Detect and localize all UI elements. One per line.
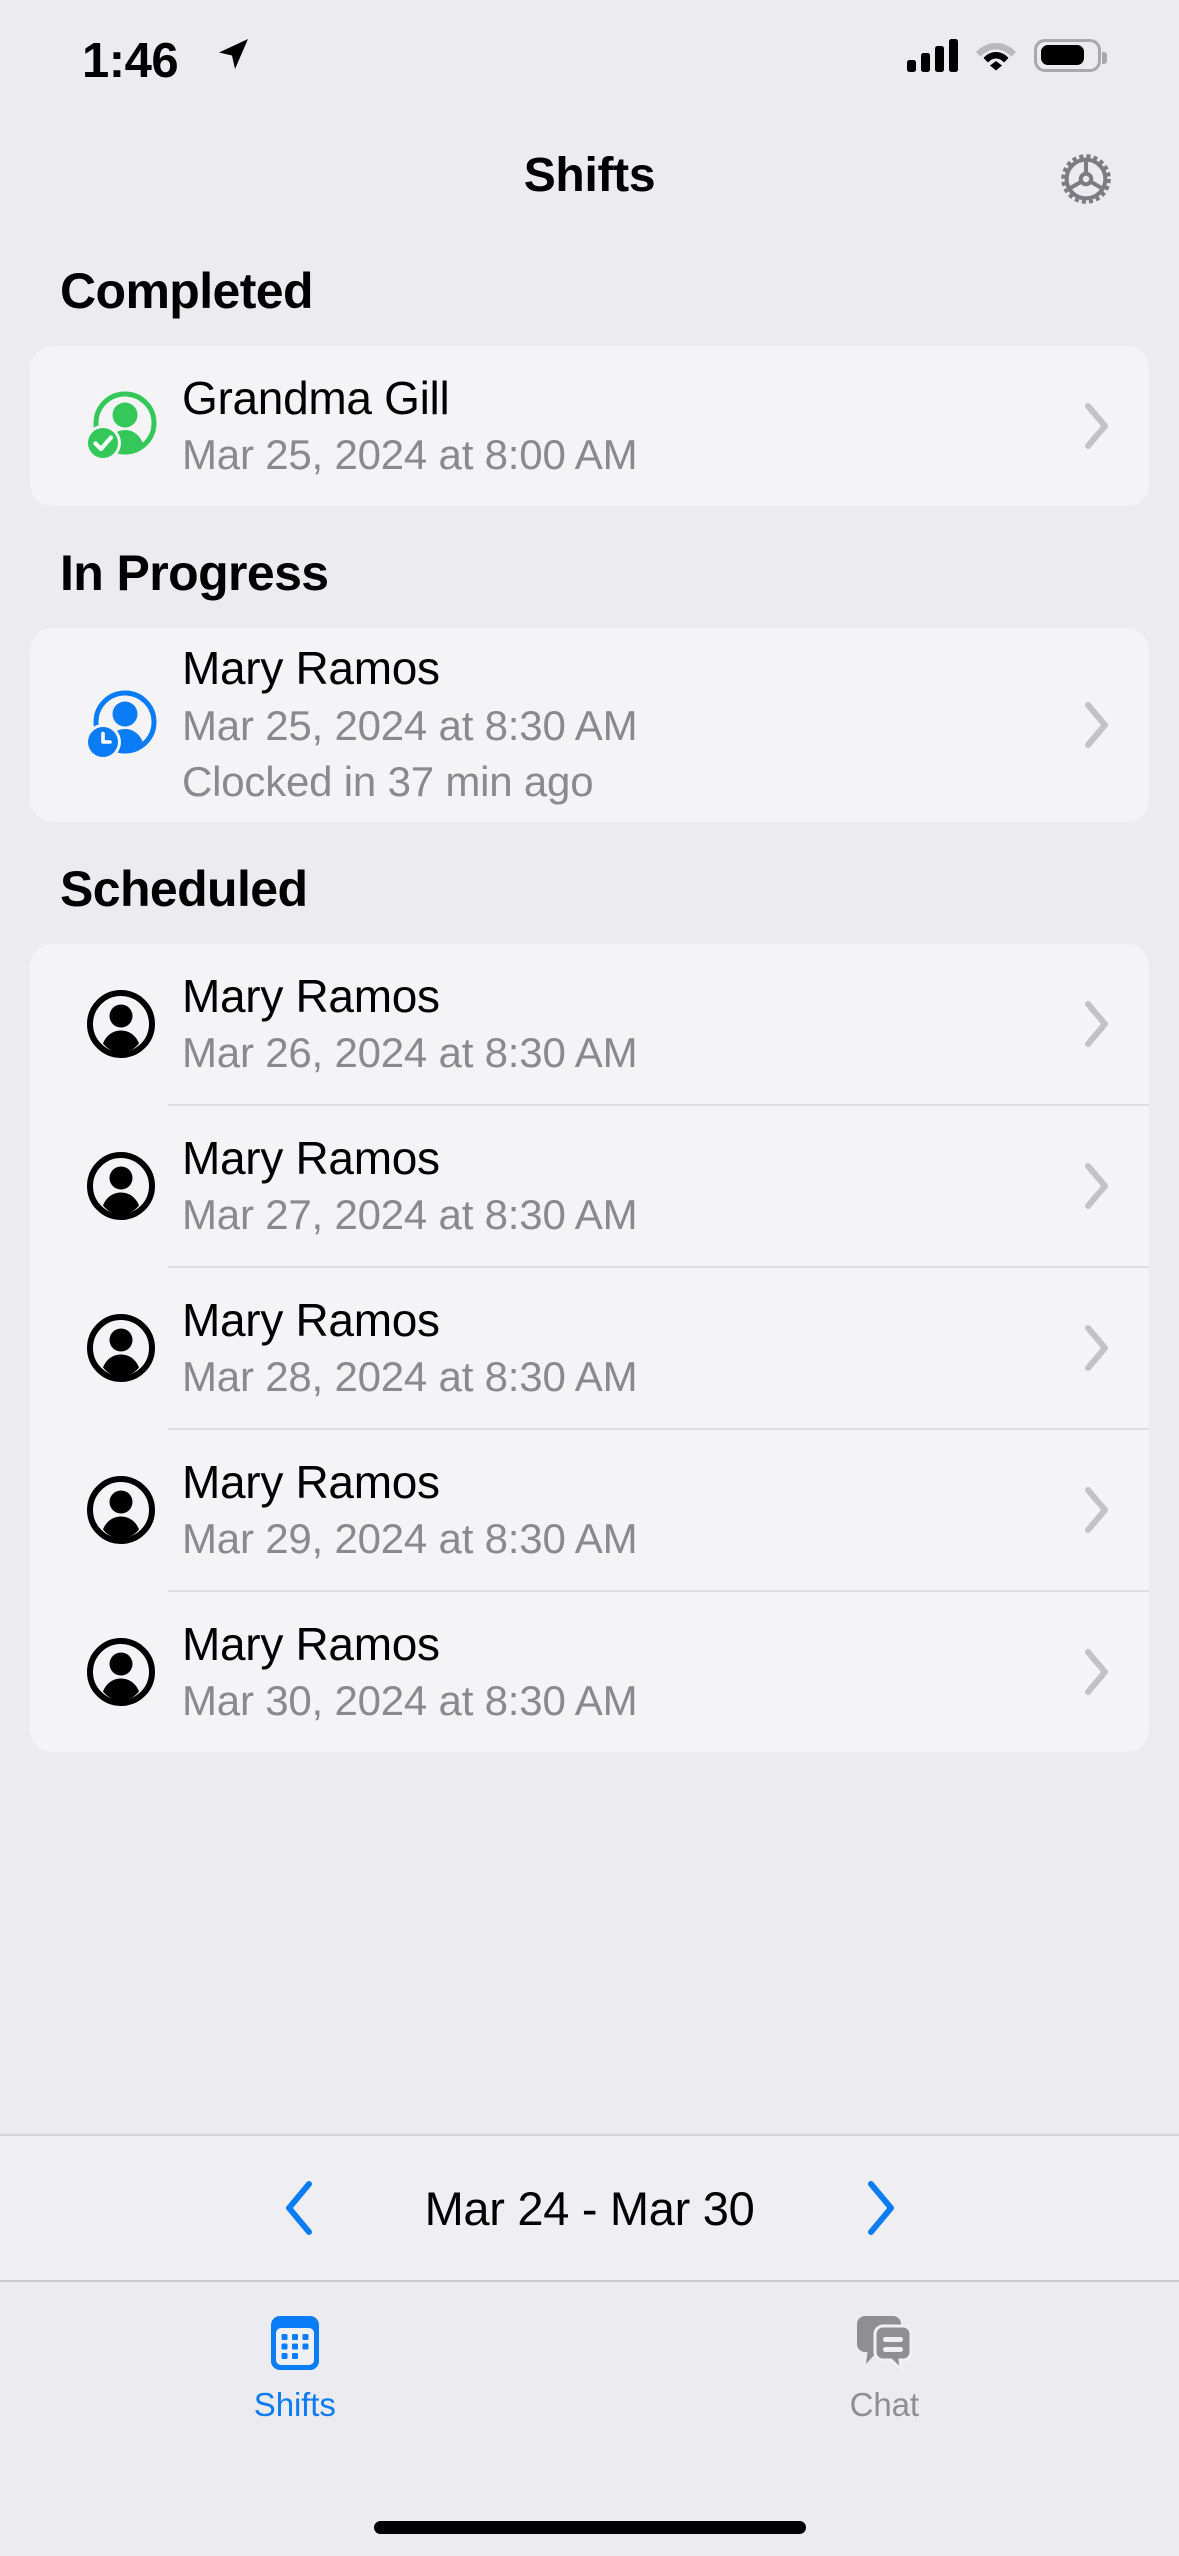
shift-person-name: Mary Ramos [182, 1293, 440, 1346]
table-row[interactable]: Mary Ramos Mar 30, 2024 at 8:30 AM [30, 1592, 1149, 1752]
shifts-scroll-view[interactable]: Completed Grandma Gill Mar 25, 2024 at 8… [0, 224, 1179, 2134]
shift-info: Mary Ramos Mar 25, 2024 at 8:30 AM Clock… [168, 641, 1071, 808]
section-heading-in-progress: In Progress [60, 545, 329, 601]
tab-bar: Shifts Chat [0, 2284, 1179, 2464]
in-progress-card: Mary Ramos Mar 25, 2024 at 8:30 AM Clock… [30, 628, 1149, 822]
tab-shifts[interactable]: Shifts [0, 2284, 590, 2464]
tab-label-chat: Chat [849, 2386, 919, 2423]
page-title: Shifts [523, 149, 656, 202]
location-arrow-icon [215, 36, 251, 77]
person-circle-icon [74, 1475, 168, 1545]
chevron-right-icon [1071, 401, 1149, 451]
shift-person-name: Mary Ramos [182, 1617, 440, 1670]
shift-person-name: Mary Ramos [182, 1455, 440, 1508]
shift-clockin-status: Clocked in 37 min ago [182, 758, 594, 806]
section-heading-scheduled: Scheduled [60, 861, 308, 917]
chevron-right-icon [1071, 1323, 1149, 1373]
chevron-right-icon [1071, 999, 1149, 1049]
person-circle-icon [74, 1151, 168, 1221]
section-completed: Completed Grandma Gill Mar 25, 2024 at 8… [0, 224, 1179, 506]
shift-datetime: Mar 27, 2024 at 8:30 AM [182, 1190, 638, 1238]
shift-person-name: Mary Ramos [182, 642, 440, 695]
shift-datetime: Mar 25, 2024 at 8:30 AM [182, 701, 638, 749]
shift-datetime: Mar 30, 2024 at 8:30 AM [182, 1676, 638, 1724]
shift-info: Mary Ramos Mar 28, 2024 at 8:30 AM [168, 1293, 1071, 1404]
person-circle-icon [74, 1637, 168, 1707]
person-check-icon [74, 385, 168, 467]
shift-info: Mary Ramos Mar 29, 2024 at 8:30 AM [168, 1455, 1071, 1566]
shift-info: Mary Ramos Mar 30, 2024 at 8:30 AM [168, 1617, 1071, 1728]
app-screen: 1:46 Shifts Completed Grandma Gill Mar 2… [0, 0, 1179, 2556]
settings-button[interactable] [1051, 144, 1121, 214]
cellular-bars-icon [907, 38, 958, 72]
shift-datetime: Mar 29, 2024 at 8:30 AM [182, 1514, 638, 1562]
table-row[interactable]: Mary Ramos Mar 27, 2024 at 8:30 AM [30, 1106, 1149, 1266]
shift-datetime: Mar 26, 2024 at 8:30 AM [182, 1028, 638, 1076]
battery-icon [1034, 38, 1107, 72]
scheduled-card: Mary Ramos Mar 26, 2024 at 8:30 AM Mary … [30, 944, 1149, 1752]
shift-row-in-progress[interactable]: Mary Ramos Mar 25, 2024 at 8:30 AM Clock… [30, 628, 1149, 822]
status-bar: 1:46 [0, 0, 1179, 126]
shift-row-completed[interactable]: Grandma Gill Mar 25, 2024 at 8:00 AM [30, 346, 1149, 506]
person-circle-icon [74, 1313, 168, 1383]
home-indicator [373, 2521, 806, 2534]
tab-label-shifts: Shifts [253, 2386, 336, 2423]
shift-info: Grandma Gill Mar 25, 2024 at 8:00 AM [168, 371, 1071, 482]
table-row[interactable]: Mary Ramos Mar 28, 2024 at 8:30 AM [30, 1268, 1149, 1428]
chevron-right-icon [1071, 1161, 1149, 1211]
shift-person-name: Grandma Gill [182, 371, 450, 424]
section-scheduled: Scheduled Mary Ramos Mar 26, 2024 at 8:3… [0, 822, 1179, 1752]
chevron-right-icon [1071, 1647, 1149, 1697]
shift-info: Mary Ramos Mar 27, 2024 at 8:30 AM [168, 1131, 1071, 1242]
status-time: 1:46 [82, 34, 179, 88]
previous-week-button[interactable] [271, 2179, 329, 2237]
week-navigator: Mar 24 - Mar 30 [0, 2134, 1179, 2282]
section-in-progress: In Progress Mary Ramos Mar 25, 2024 at 8… [0, 506, 1179, 822]
shift-person-name: Mary Ramos [182, 969, 440, 1022]
tab-chat[interactable]: Chat [590, 2284, 1179, 2464]
table-row[interactable]: Mary Ramos Mar 26, 2024 at 8:30 AM [30, 944, 1149, 1104]
section-heading-completed: Completed [60, 263, 314, 319]
calendar-icon [270, 2316, 319, 2370]
person-clock-icon [74, 684, 168, 766]
wifi-icon [976, 43, 1016, 71]
shift-info: Mary Ramos Mar 26, 2024 at 8:30 AM [168, 969, 1071, 1080]
chevron-right-icon [867, 2181, 894, 2235]
chat-bubbles-icon [857, 2316, 913, 2374]
next-week-button[interactable] [851, 2179, 909, 2237]
week-range-label: Mar 24 - Mar 30 [424, 2181, 755, 2235]
gear-icon [1061, 154, 1111, 204]
navigation-bar: Shifts [0, 126, 1179, 224]
chevron-right-icon [1071, 1485, 1149, 1535]
table-row[interactable]: Mary Ramos Mar 29, 2024 at 8:30 AM [30, 1430, 1149, 1590]
shift-datetime: Mar 28, 2024 at 8:30 AM [182, 1352, 638, 1400]
shift-person-name: Mary Ramos [182, 1131, 440, 1184]
chevron-right-icon [1071, 700, 1149, 750]
shift-datetime: Mar 25, 2024 at 8:00 AM [182, 430, 638, 478]
person-circle-icon [74, 989, 168, 1059]
completed-card: Grandma Gill Mar 25, 2024 at 8:00 AM [30, 346, 1149, 506]
chevron-left-icon [285, 2181, 312, 2235]
